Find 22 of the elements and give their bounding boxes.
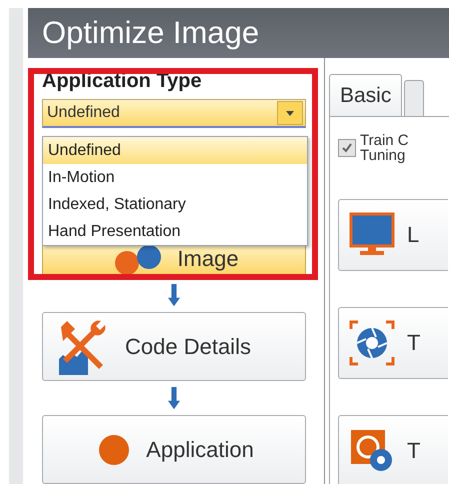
monitor-icon — [349, 212, 395, 258]
action-button[interactable]: T — [338, 415, 448, 484]
action-button[interactable]: L — [338, 199, 448, 271]
checkbox-label: Tuning — [360, 148, 406, 163]
application-type-label: Application Type — [42, 70, 203, 93]
page-title: Optimize Image — [42, 15, 260, 51]
camera-aperture-icon — [349, 320, 395, 366]
dropdown-option[interactable]: Indexed, Stationary — [43, 191, 307, 218]
tab[interactable]: Basic — [329, 74, 402, 116]
action-button[interactable]: T — [338, 307, 448, 379]
dropdown-option[interactable]: In-Motion — [43, 164, 307, 191]
step-button[interactable]: Code Details — [42, 312, 306, 381]
step-button[interactable]: Application — [42, 415, 306, 484]
dropdown-option[interactable]: Undefined — [43, 137, 307, 164]
checkbox[interactable] — [338, 139, 356, 157]
checkbox-label: Train C — [360, 133, 409, 148]
tab[interactable] — [404, 80, 424, 116]
down-arrow-icon — [167, 284, 181, 306]
down-arrow-icon — [167, 387, 181, 410]
application-type-dropdown[interactable]: Undefined — [42, 99, 306, 128]
target-gear-icon — [349, 428, 395, 474]
check-icon — [341, 142, 353, 154]
